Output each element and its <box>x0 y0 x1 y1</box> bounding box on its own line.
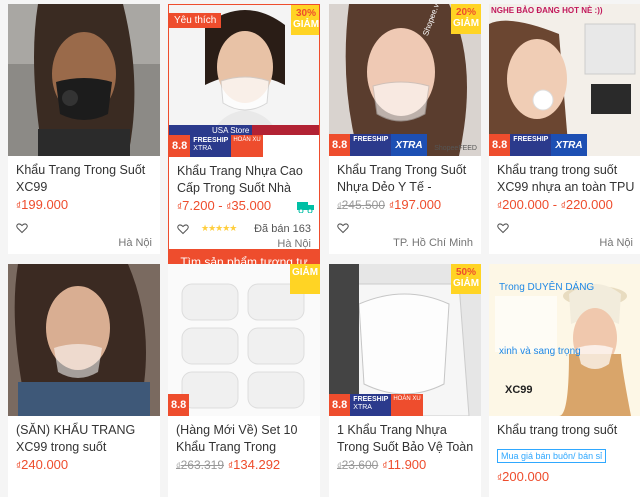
promo-banner: NGHE BẢO ĐANG HOT NÈ :)) <box>491 6 603 15</box>
product-card[interactable]: NGHE BẢO ĐANG HOT NÈ :)) 8.8 FREESHIP XT… <box>489 4 640 254</box>
product-title[interactable]: Khẩu trang trong suốt XC99 nhựa an toàn … <box>497 162 635 196</box>
product-price: 263.319134.292 <box>176 457 280 472</box>
product-card[interactable]: Khẩu Trang Trong Suốt XC99 199.000 Hà Nộ… <box>8 4 160 254</box>
product-price: 199.000 <box>16 197 68 212</box>
product-card[interactable]: Trong DUYÊN DÁNG xinh và sang trọng XC99… <box>489 264 640 497</box>
product-price: 200.000 - 220.000 <box>497 197 613 212</box>
product-title[interactable]: (Hàng Mới Về) Set 10 Khẩu Trang Trong Su… <box>176 422 314 456</box>
favorite-badge: Yêu thích <box>169 13 222 28</box>
promo-badge: 8.8 FREESHIP XTRA <box>489 134 587 156</box>
heart-icon[interactable] <box>497 222 509 234</box>
product-image[interactable] <box>8 264 160 416</box>
sold-count: Đã bán 163 <box>254 223 311 235</box>
product-image[interactable]: Trong DUYÊN DÁNG xinh và sang trọng XC99 <box>489 264 640 416</box>
promo-badge: 8.8 FREESHIP XTRA <box>329 134 427 156</box>
product-price: 200.000 <box>497 469 549 484</box>
discount-badge: 50% GIẢM <box>451 264 481 294</box>
product-location: Hà Nội <box>599 237 633 249</box>
product-location: TP. Hồ Chí Minh <box>393 237 473 249</box>
product-title[interactable]: Khẩu Trang Trong Suốt XC99 <box>16 162 154 196</box>
product-image[interactable] <box>8 4 160 156</box>
product-location: Hà Nội <box>118 237 152 249</box>
promo-badge: 8.8 FREESHIP XTRA HOÀN XU <box>329 394 423 416</box>
product-title[interactable]: Khẩu Trang Trong Suốt Nhựa Dẻo Y Tế - Nh… <box>337 162 475 196</box>
product-price: 245.500197.000 <box>337 197 441 212</box>
product-image[interactable]: NGHE BẢO ĐANG HOT NÈ :)) 8.8 FREESHIP XT… <box>489 4 640 156</box>
product-price: 240.000 <box>16 457 68 472</box>
product-title[interactable]: (SĂN) KHẨU TRANG XC99 trong suốt <box>16 422 154 456</box>
discount-badge: 30% GIẢM <box>291 5 319 35</box>
product-card[interactable]: 50% GIẢM 8.8 FREESHIP XTRA HOÀN XU 1 Khẩu … <box>329 264 481 497</box>
discount-badge: GIẢM <box>290 264 320 294</box>
truck-icon <box>297 202 314 213</box>
discount-badge: 20% GIẢM <box>451 4 481 34</box>
product-card[interactable]: (SĂN) KHẨU TRANG XC99 trong suốt 240.000 <box>8 264 160 497</box>
ad-subtitle: xinh và sang trọng <box>499 346 581 357</box>
product-title[interactable]: Khẩu Trang Nhựa Cao Cấp Trong Suốt Nhà H… <box>177 163 315 197</box>
shopee-feed-label: ShopeeFEED <box>434 145 477 152</box>
product-card[interactable]: USA Store Yêu thích 30% GIẢM 8.8 FREESHIP… <box>168 4 320 276</box>
product-price: 7.200 - 35.000 <box>177 198 271 213</box>
product-card[interactable]: Shopee.vn/tikikostore 20%GIẢM 8.8 FREESH… <box>329 4 481 254</box>
ad-brand: XC99 <box>505 384 533 396</box>
product-title[interactable]: Khẩu trang trong suốt <box>497 422 635 439</box>
product-image[interactable]: USA Store Yêu thích 30% GIẢM 8.8 FREESHIP… <box>169 5 319 157</box>
product-image[interactable]: Shopee.vn/tikikostore 20%GIẢM 8.8 FREESH… <box>329 4 481 156</box>
ad-title: Trong DUYÊN DÁNG <box>499 282 595 293</box>
promo-badge: 8.8 FREESHIP XTRA HOÀN XU <box>169 135 263 157</box>
promo-badge: 8.8 <box>168 394 190 416</box>
heart-icon[interactable] <box>337 222 349 234</box>
product-card[interactable]: GIẢM 8.8 (Hàng Mới Về) Set 10 Khẩu Trang… <box>168 264 320 497</box>
heart-icon[interactable] <box>177 223 189 235</box>
product-image[interactable]: 50% GIẢM 8.8 FREESHIP XTRA HOÀN XU <box>329 264 481 416</box>
rating-stars: ★★★★★ <box>201 223 237 233</box>
wholesale-tag: Mua giá bán buôn/ bán sỉ <box>497 449 607 463</box>
heart-icon[interactable] <box>16 222 28 234</box>
product-price: 23.60011.900 <box>337 457 426 472</box>
product-image[interactable]: GIẢM 8.8 <box>168 264 320 416</box>
product-title[interactable]: 1 Khẩu Trang Nhựa Trong Suốt Bảo Vệ Toàn… <box>337 422 475 456</box>
